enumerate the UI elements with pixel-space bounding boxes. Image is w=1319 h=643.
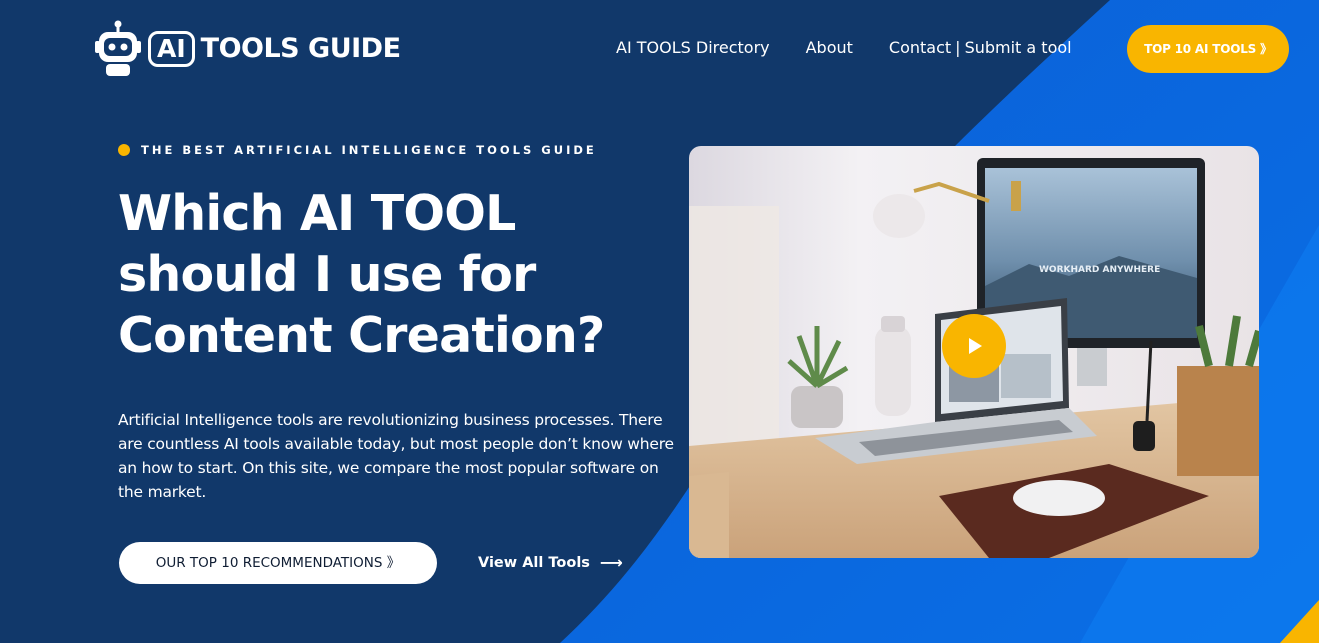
main-nav: AI TOOLS Directory About Contact | Submi… <box>616 36 1072 60</box>
headline-line-2: should I use for <box>118 246 536 303</box>
nav-link-submit-tool[interactable]: Submit a tool <box>965 36 1072 60</box>
headline-line-3: Content Creation? <box>118 307 605 364</box>
nav-link-contact[interactable]: Contact <box>889 36 951 60</box>
site-logo[interactable]: AI TOOLS GUIDE <box>94 20 401 78</box>
hero-headline: Which AI TOOL should I use for Content C… <box>118 183 678 366</box>
logo-ai-badge: AI <box>148 31 195 67</box>
arrow-right-icon: ⟶ <box>599 553 623 572</box>
hero-intro-text: Artificial Intelligence tools are revolu… <box>118 411 674 501</box>
eyebrow-text: THE BEST ARTIFICIAL INTELLIGENCE TOOLS G… <box>141 143 597 157</box>
monitor-screen-text: WORKHARD ANYWHERE <box>1039 265 1160 275</box>
view-all-tools-link[interactable]: View All Tools ⟶ <box>478 552 623 574</box>
eyebrow-dot-icon <box>118 144 130 156</box>
top-10-recommendations-button[interactable]: OUR TOP 10 RECOMMENDATIONS 》 <box>119 542 437 584</box>
logo-wordmark: TOOLS GUIDE <box>200 33 401 64</box>
robot-icon <box>95 20 141 76</box>
headline-line-1: Which AI TOOL <box>118 185 516 242</box>
nav-separator: | <box>955 38 961 57</box>
nav-link-directory[interactable]: AI TOOLS Directory <box>616 36 770 60</box>
view-all-tools-label: View All Tools <box>478 555 590 571</box>
top-10-tools-button[interactable]: TOP 10 AI TOOLS 》 <box>1127 25 1289 73</box>
play-video-button[interactable] <box>942 314 1006 378</box>
hero-eyebrow: THE BEST ARTIFICIAL INTELLIGENCE TOOLS G… <box>118 142 597 158</box>
nav-link-about[interactable]: About <box>806 36 853 60</box>
play-icon <box>969 338 982 354</box>
